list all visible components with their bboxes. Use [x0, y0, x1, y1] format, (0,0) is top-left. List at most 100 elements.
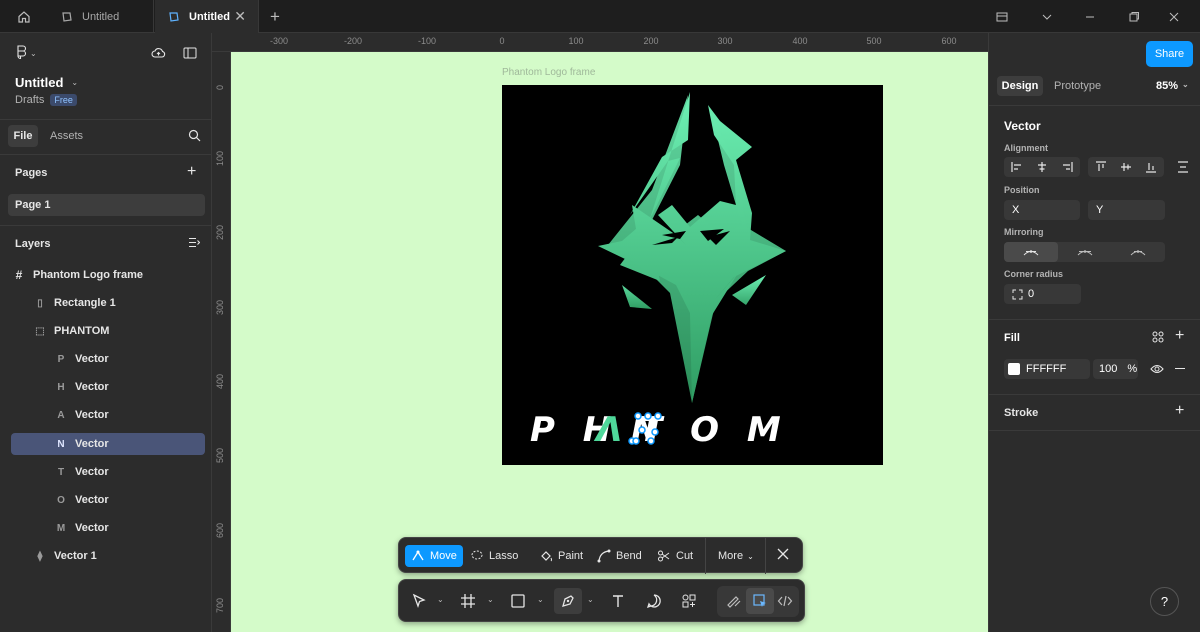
zoom-dropdown[interactable]: 85% ⌄: [1156, 80, 1189, 92]
x-position-input[interactable]: X: [1004, 200, 1080, 220]
home-button[interactable]: [0, 0, 48, 33]
tab-untitled-1[interactable]: Untitled: [48, 0, 154, 33]
restore-button[interactable]: [1114, 0, 1154, 33]
resources-icon: [682, 594, 696, 608]
layer-item-vector-selected[interactable]: N Vector: [11, 433, 205, 455]
plan-badge: Free: [50, 94, 77, 106]
bend-tool-button[interactable]: Bend: [591, 545, 648, 567]
move-tool-button[interactable]: Move: [405, 545, 463, 567]
layer-item-vector[interactable]: A Vector: [53, 404, 205, 426]
phantom-wordmark[interactable]: P H T O M Λ N: [530, 410, 789, 450]
phantom-hood-logo[interactable]: P H T O M Λ N: [502, 85, 883, 465]
text-tool-button[interactable]: [604, 588, 632, 614]
share-button[interactable]: Share: [1146, 41, 1193, 67]
cloud-upload-button[interactable]: [151, 46, 166, 62]
mirror-angle-length-button[interactable]: [1111, 242, 1165, 262]
panel-layout-button[interactable]: [982, 0, 1022, 33]
divider: [989, 394, 1200, 395]
y-position-input[interactable]: Y: [1088, 200, 1165, 220]
phantom-logo-frame[interactable]: P H T O M Λ N: [502, 85, 883, 465]
chevron-down-icon[interactable]: ⌄: [537, 595, 544, 604]
file-name-button[interactable]: Untitled ⌄: [15, 75, 78, 90]
mirror-none-button[interactable]: [1004, 242, 1058, 262]
more-tools-button[interactable]: More ⌄: [712, 545, 760, 567]
tab-untitled-2[interactable]: Untitled ✕: [155, 0, 259, 33]
ruler-tick-label: 600: [215, 522, 225, 538]
rectangle-tool-button[interactable]: [504, 588, 532, 614]
align-top-button[interactable]: [1088, 157, 1113, 177]
layer-item-rectangle[interactable]: ▯ Rectangle 1: [32, 292, 205, 314]
toggle-fill-visibility-button[interactable]: [1150, 363, 1164, 378]
dropdown-button[interactable]: [1027, 0, 1067, 33]
layer-item-vector[interactable]: P Vector: [53, 348, 205, 370]
lasso-icon: [471, 550, 483, 560]
tab-prototype[interactable]: Prototype: [1054, 80, 1101, 92]
help-button[interactable]: ?: [1150, 587, 1179, 616]
layer-item-vector[interactable]: H Vector: [53, 376, 205, 398]
page-item-page-1[interactable]: Page 1: [8, 194, 205, 216]
frame-label[interactable]: Phantom Logo frame: [502, 67, 595, 78]
align-right-button[interactable]: [1055, 157, 1080, 177]
close-tab-icon[interactable]: ✕: [234, 8, 246, 25]
ruler-tick-label: 300: [215, 299, 225, 315]
fill-styles-button[interactable]: [1152, 331, 1164, 346]
chevron-down-icon[interactable]: ⌄: [487, 595, 494, 604]
left-panel: ⌄ Untitled ⌄ Drafts Free File Assets Pag…: [0, 33, 212, 632]
layer-item-phantom-group[interactable]: ⬚ PHANTOM: [32, 320, 205, 342]
distribute-button[interactable]: [1177, 161, 1189, 176]
pen-tool-button[interactable]: [554, 588, 582, 614]
position-label: Position: [1004, 185, 1040, 195]
add-page-button[interactable]: +: [187, 163, 196, 181]
add-fill-button[interactable]: +: [1175, 327, 1184, 345]
draw-mode-button[interactable]: [720, 588, 748, 614]
comment-tool-button[interactable]: [640, 588, 668, 614]
lasso-tool-button[interactable]: Lasso: [464, 545, 524, 567]
fill-color-input[interactable]: FFFFFF: [1004, 359, 1090, 379]
main-menu-button[interactable]: ⌄: [15, 45, 37, 61]
close-window-button[interactable]: [1154, 0, 1194, 33]
layer-item-frame[interactable]: # Phantom Logo frame: [11, 264, 205, 286]
remove-fill-button[interactable]: [1175, 368, 1185, 370]
search-button[interactable]: [188, 129, 201, 145]
chevron-down-icon[interactable]: ⌄: [437, 595, 444, 604]
align-left-button[interactable]: [1004, 157, 1029, 177]
y-label: Y: [1096, 204, 1104, 216]
tab-assets[interactable]: Assets: [50, 130, 83, 142]
fill-opacity-input[interactable]: 100 %: [1093, 359, 1138, 379]
align-center-button[interactable]: [1029, 157, 1054, 177]
vector-n-icon: N: [57, 438, 65, 450]
corner-radius-value: 0: [1028, 288, 1035, 300]
toggle-sidebar-button[interactable]: [183, 47, 197, 62]
align-bottom-button[interactable]: [1139, 157, 1164, 177]
layer-label: Vector: [75, 381, 109, 393]
layer-item-vector[interactable]: O Vector: [53, 489, 205, 511]
exit-vector-edit-button[interactable]: [777, 548, 789, 563]
layer-item-vector[interactable]: M Vector: [53, 517, 205, 539]
select-tool-button[interactable]: [405, 588, 433, 614]
tab-file[interactable]: File: [8, 125, 38, 147]
ruler-tick-label: -300: [269, 36, 289, 46]
logo-accent-a[interactable]: Λ: [593, 410, 622, 450]
resources-tool-button[interactable]: [675, 588, 703, 614]
new-tab-button[interactable]: +: [270, 7, 280, 27]
layers-options-button[interactable]: [188, 237, 201, 251]
design-mode-button[interactable]: [746, 588, 774, 614]
tab-design[interactable]: Design: [997, 76, 1043, 96]
vector-edit-toolbar: Move Lasso Paint Bend Cut More ⌄: [398, 537, 803, 574]
layer-item-vector[interactable]: T Vector: [53, 461, 205, 483]
fill-swatch[interactable]: [1008, 363, 1020, 375]
draw-icon: [727, 596, 741, 608]
align-middle-button[interactable]: [1113, 157, 1138, 177]
minimize-button[interactable]: [1070, 0, 1110, 33]
layer-item-vector-1[interactable]: ⧫ Vector 1: [32, 545, 205, 567]
cut-tool-button[interactable]: Cut: [651, 545, 699, 567]
add-stroke-button[interactable]: +: [1175, 402, 1184, 420]
frame-tool-button[interactable]: [454, 588, 482, 614]
sidebar-icon: [183, 47, 197, 59]
corner-radius-input[interactable]: 0: [1004, 284, 1081, 304]
paint-tool-button[interactable]: Paint: [533, 545, 589, 567]
dev-mode-button[interactable]: [771, 588, 799, 614]
chevron-down-icon[interactable]: ⌄: [587, 595, 594, 604]
align-left-icon: [1011, 162, 1021, 172]
mirror-angle-button[interactable]: [1058, 242, 1112, 262]
